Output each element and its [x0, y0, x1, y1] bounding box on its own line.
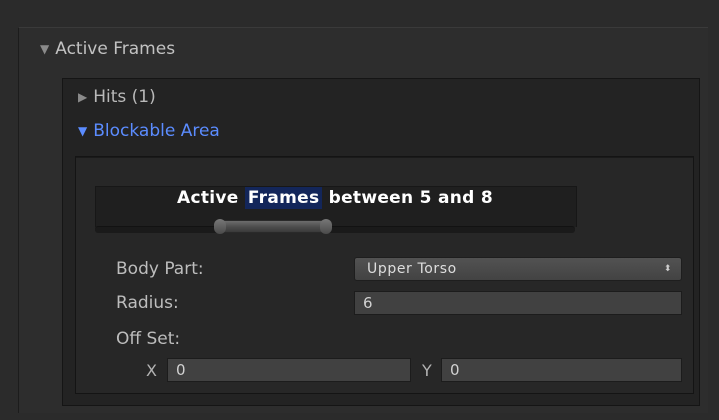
frame-range-label: Active Frames between 5 and 8: [95, 187, 575, 214]
frame-range-min-handle[interactable]: [214, 219, 226, 234]
dropdown-arrow-icon: ⬍: [663, 263, 672, 274]
expand-arrow-icon: ▼: [40, 42, 50, 56]
body-part-label: Body Part:: [116, 259, 204, 279]
frame-range-max-handle[interactable]: [320, 219, 332, 234]
offset-y-value: 0: [450, 361, 460, 379]
offset-y-label: Y: [422, 360, 432, 380]
expand-arrow-icon: ▼: [78, 124, 88, 138]
body-part-dropdown[interactable]: Upper Torso ⬍: [354, 257, 682, 281]
blockable-area-label: Blockable Area: [93, 121, 220, 141]
blockable-area-foldout[interactable]: ▼ Blockable Area: [78, 118, 220, 144]
offset-x-field[interactable]: 0: [167, 358, 411, 382]
range-highlight: Frames: [244, 187, 323, 209]
body-part-value: Upper Torso: [367, 261, 457, 277]
radius-field[interactable]: 6: [354, 291, 682, 315]
range-prefix: Active: [177, 188, 245, 208]
frame-range-slider-thumb[interactable]: [215, 220, 331, 233]
active-frames-foldout[interactable]: ▼ Active Frames: [40, 36, 175, 62]
radius-value: 6: [363, 294, 373, 312]
hits-label: Hits (1): [93, 87, 156, 107]
section-title: Active Frames: [55, 39, 176, 59]
offset-y-field[interactable]: 0: [441, 358, 682, 382]
collapse-arrow-icon: ▶: [78, 90, 88, 104]
radius-label: Radius:: [116, 293, 179, 313]
range-suffix: between 5 and 8: [322, 188, 493, 208]
frame-range-slider-track[interactable]: [95, 226, 575, 233]
offset-label: Off Set:: [116, 329, 181, 349]
offset-x-value: 0: [176, 361, 186, 379]
offset-x-label: X: [146, 360, 157, 380]
hits-foldout[interactable]: ▶ Hits (1): [78, 84, 156, 110]
